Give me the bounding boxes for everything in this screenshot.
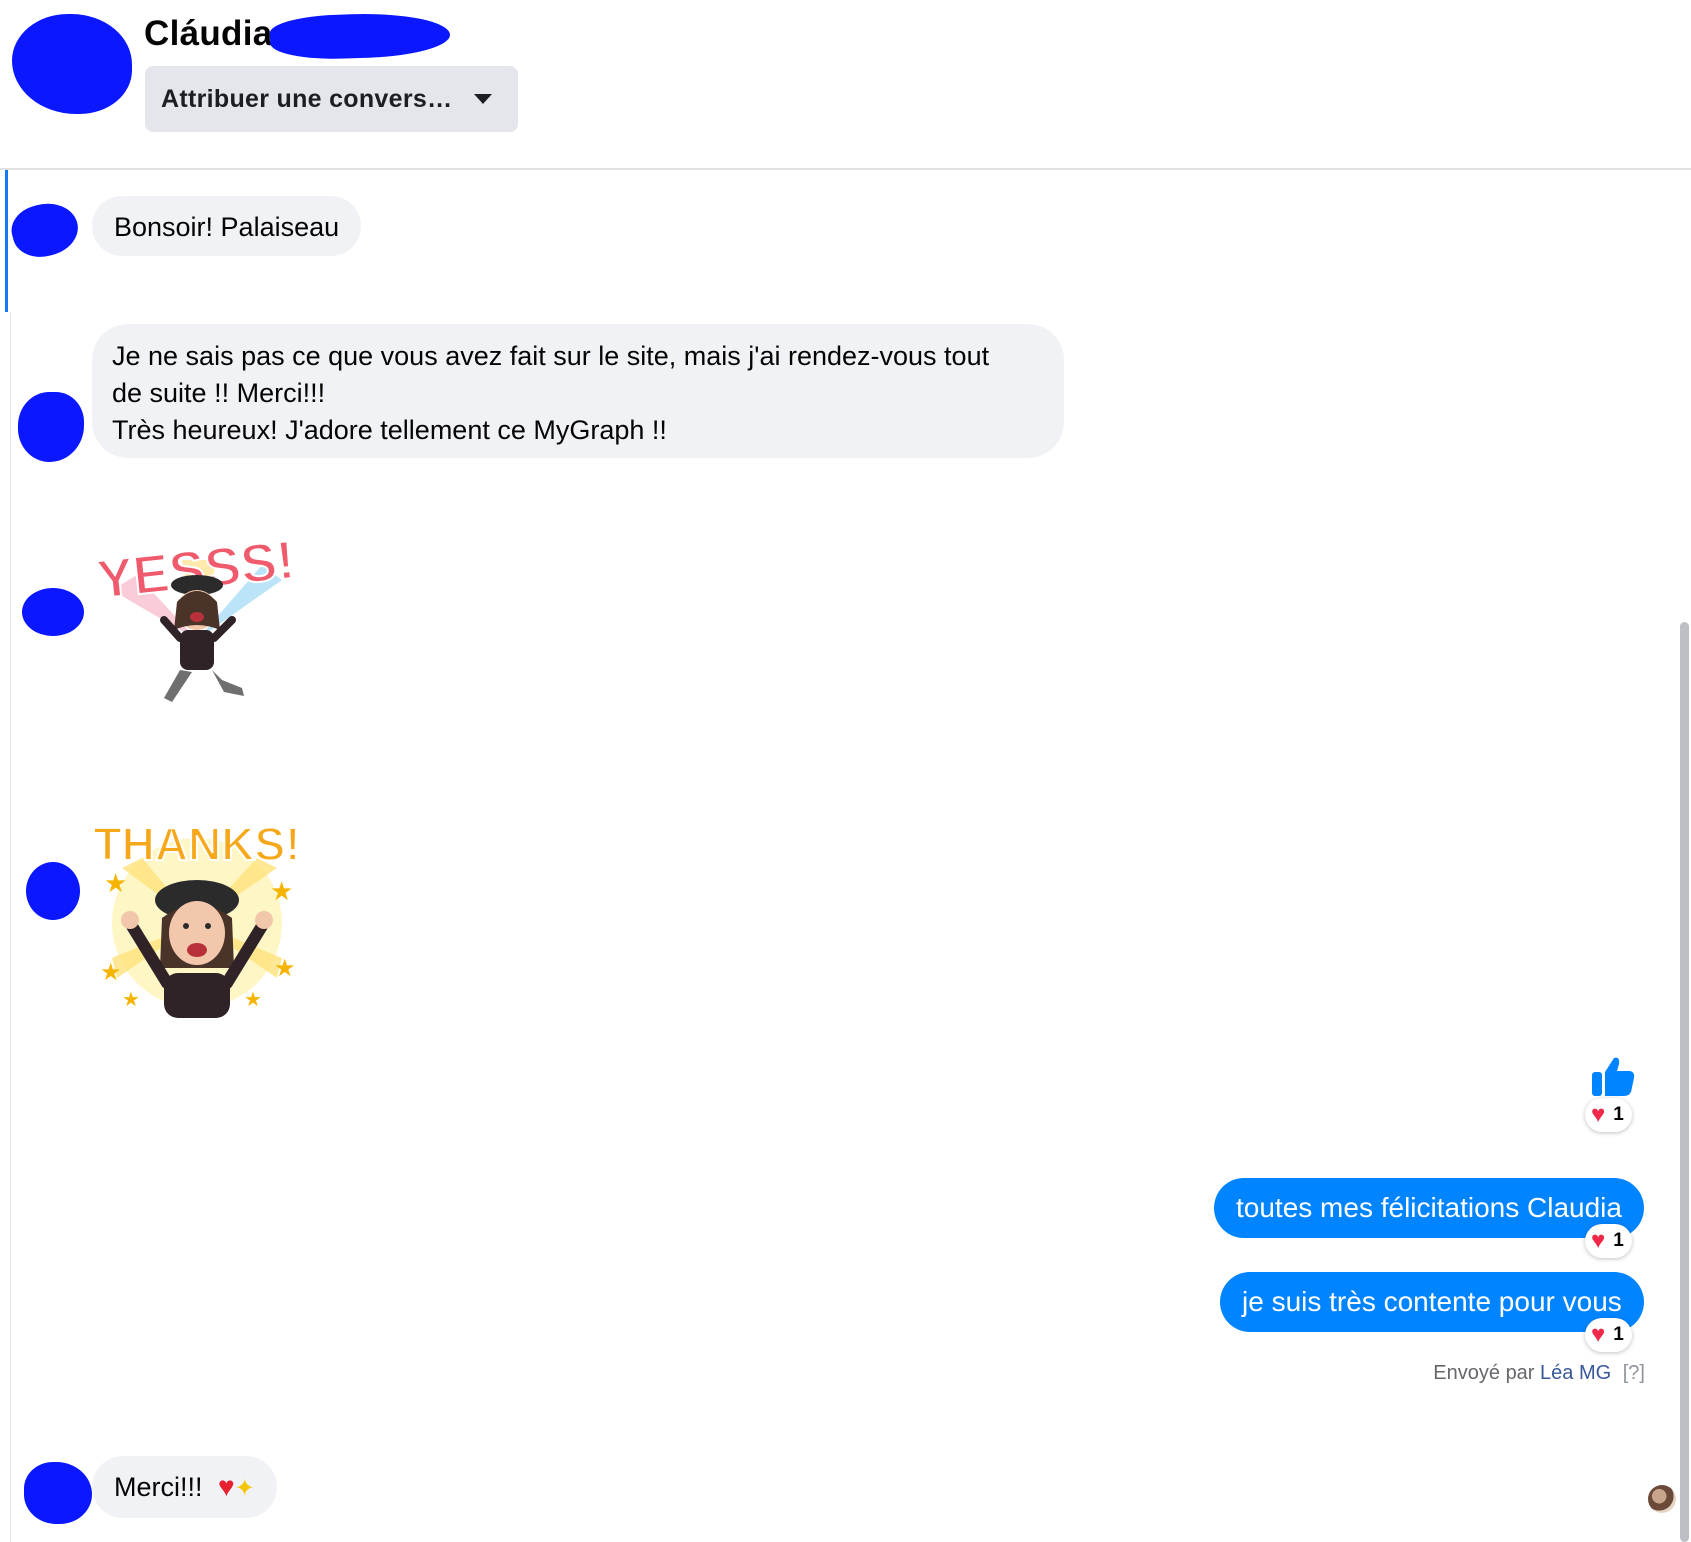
sender-avatar — [24, 1462, 92, 1524]
sticker-caption: THANKS! — [94, 818, 301, 870]
incoming-message[interactable]: Merci!!! ♥✦ — [92, 1456, 277, 1518]
message-text: Merci!!! — [114, 1472, 203, 1502]
conversation-header: Cláudia Attribuer une convers… — [0, 0, 1691, 170]
svg-text:★: ★ — [270, 876, 293, 906]
sender-avatar — [22, 588, 84, 636]
thread-divider — [10, 312, 11, 1542]
sender-avatar — [6, 196, 84, 264]
heart-icon: ♥ — [1591, 1227, 1606, 1254]
help-link[interactable]: [?] — [1623, 1362, 1645, 1384]
thanks-sticker[interactable]: THANKS! ★ ★ ★ ★ ★ ★ — [92, 808, 302, 1018]
message-reaction[interactable]: ♥ 1 — [1585, 1224, 1632, 1258]
sender-name-link[interactable]: Léa MG — [1540, 1362, 1611, 1384]
message-text: toutes mes félicitations Claudia — [1236, 1192, 1622, 1223]
message-line: Je ne sais pas ce que vous avez fait sur… — [112, 341, 990, 371]
reaction-count: 1 — [1613, 1324, 1624, 1345]
reaction-count: 1 — [1613, 1230, 1624, 1251]
assign-conversation-button[interactable]: Attribuer une convers… — [145, 66, 518, 132]
message-reaction[interactable]: ♥ 1 — [1585, 1318, 1632, 1352]
read-receipt-avatar — [1648, 1485, 1676, 1513]
unread-indicator — [5, 170, 8, 312]
sent-by-prefix: Envoyé par — [1433, 1362, 1535, 1384]
heart-emoji-icon: ♥ — [218, 1471, 235, 1502]
caret-down-icon — [474, 94, 493, 104]
contact-avatar[interactable] — [12, 14, 132, 114]
heart-icon: ♥ — [1591, 1321, 1606, 1348]
scrollbar[interactable] — [1680, 622, 1689, 1542]
svg-text:★: ★ — [274, 955, 296, 982]
message-line: Très heureux! J'adore tellement ce MyGra… — [112, 415, 667, 445]
message-text: je suis très contente pour vous — [1242, 1286, 1622, 1317]
yesss-sticker[interactable]: YESSS! — [92, 520, 302, 730]
sent-by-info: Envoyé par Léa MG [?] — [1433, 1362, 1645, 1385]
thumbs-up-icon[interactable] — [1590, 1054, 1636, 1100]
reaction-count: 1 — [1613, 1104, 1624, 1125]
heart-icon: ♥ — [1591, 1101, 1606, 1128]
incoming-message[interactable]: Je ne sais pas ce que vous avez fait sur… — [92, 324, 1064, 458]
redacted-last-name — [269, 10, 451, 62]
svg-text:★: ★ — [244, 989, 262, 1011]
incoming-message[interactable]: Bonsoir! Palaiseau — [92, 196, 362, 256]
like-reaction[interactable]: ♥ 1 — [1585, 1098, 1632, 1132]
sender-avatar — [26, 862, 80, 920]
message-text: Bonsoir! Palaiseau — [114, 212, 340, 242]
outgoing-message[interactable]: je suis très contente pour vous — [1220, 1272, 1644, 1332]
svg-text:★: ★ — [122, 989, 140, 1011]
sparkles-emoji-icon: ✦ — [234, 1475, 255, 1502]
assign-conversation-label: Attribuer une convers… — [161, 84, 453, 113]
outgoing-message[interactable]: toutes mes félicitations Claudia — [1214, 1178, 1644, 1238]
message-line: de suite !! Merci!!! — [112, 378, 326, 408]
svg-text:★: ★ — [100, 959, 122, 986]
svg-text:★: ★ — [104, 868, 127, 898]
contact-name[interactable]: Cláudia — [144, 14, 273, 54]
sender-avatar — [18, 392, 84, 462]
